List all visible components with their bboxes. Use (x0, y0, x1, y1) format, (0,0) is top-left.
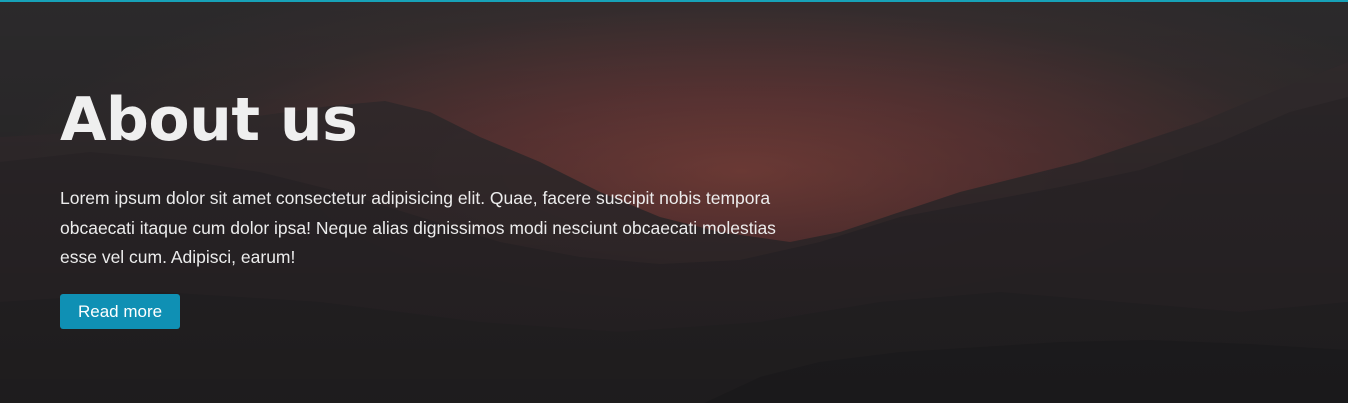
hero-description: Lorem ipsum dolor sit amet consectetur a… (60, 188, 776, 267)
read-more-button[interactable]: Read more (60, 293, 181, 329)
about-hero: About us Lorem ipsum dolor sit amet cons… (0, 0, 1348, 403)
page-title: About us (60, 85, 358, 155)
hero-content: About us Lorem ipsum dolor sit amet cons… (60, 80, 780, 329)
